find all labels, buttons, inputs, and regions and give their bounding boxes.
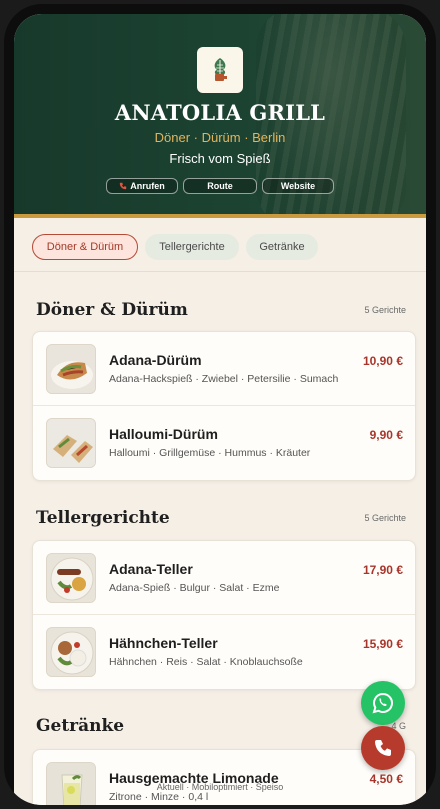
section-count: 5 Gerichte [364, 305, 406, 315]
dish-description: Zitrone · Minze · 0,4 l [109, 791, 209, 803]
section-header: Tellergerichte 5 Gerichte [36, 508, 406, 528]
restaurant-tagline: Frisch vom Spieß [169, 151, 271, 166]
phone-icon [120, 182, 127, 190]
dish-photo [46, 344, 96, 394]
call-button[interactable]: Anrufen [106, 178, 178, 194]
dish-photo [46, 553, 96, 603]
tab-tellergerichte[interactable]: Tellergerichte [145, 233, 239, 260]
dish-name: Hähnchen-Teller [109, 635, 218, 651]
dish-photo [46, 627, 96, 677]
dish-list: Adana-Dürüm Adana-Hackspieß · Zwiebel · … [32, 331, 416, 481]
section-title: Tellergerichte [36, 508, 170, 528]
section-title: Getränke [36, 716, 125, 736]
tab-getraenke[interactable]: Getränke [246, 233, 318, 260]
dish-price: 15,90 € [362, 637, 403, 651]
dish-list: Hausgemachte Limonade Zitrone · Minze · … [32, 749, 416, 805]
phone-frame: ANATOLIA GRILL Döner · Dürüm · Berlin Fr… [4, 4, 436, 805]
footer-note: Aktuell · Mobiloptimiert · Speiso [156, 782, 284, 792]
route-button-label: Route [207, 181, 233, 191]
dish-price: 9,90 € [369, 428, 403, 442]
dish-item[interactable]: Adana-Teller Adana-Spieß · Bulgur · Sala… [33, 541, 415, 615]
section-header: Getränke 4 G [36, 716, 406, 736]
restaurant-logo [197, 47, 243, 93]
restaurant-subtitle: Döner · Dürüm · Berlin [154, 130, 286, 145]
dish-description: Adana-Spieß · Bulgur · Salat · Ezme [109, 582, 280, 594]
dish-description: Hähnchen · Reis · Salat · Knoblauchsoße [109, 656, 303, 668]
screen: ANATOLIA GRILL Döner · Dürüm · Berlin Fr… [14, 14, 426, 805]
tab-doener-duerum[interactable]: Döner & Dürüm [32, 233, 138, 260]
route-button[interactable]: Route [183, 178, 257, 194]
doner-spit-icon [214, 58, 227, 81]
dish-description: Adana-Hackspieß · Zwiebel · Petersilie ·… [109, 373, 339, 385]
dish-name: Adana-Dürüm [109, 352, 202, 368]
dish-name: Adana-Teller [109, 561, 193, 577]
whatsapp-icon [372, 692, 393, 714]
dish-photo [46, 418, 96, 468]
phone-icon [375, 740, 391, 756]
whatsapp-button[interactable] [361, 681, 405, 725]
dish-item[interactable]: Adana-Dürüm Adana-Hackspieß · Zwiebel · … [33, 332, 415, 406]
section-count: 5 Gerichte [364, 513, 406, 523]
dish-list: Adana-Teller Adana-Spieß · Bulgur · Sala… [32, 540, 416, 690]
website-button[interactable]: Website [262, 178, 334, 194]
dish-item[interactable]: Halloumi-Dürüm Halloumi · Grillgemüse · … [33, 406, 415, 480]
menu-content: Döner & Dürüm 5 Gerichte Adana-Dürüm Ada… [14, 273, 426, 805]
hero-divider [14, 214, 426, 218]
call-button-label: Anrufen [130, 181, 165, 191]
dish-price: 17,90 € [362, 563, 403, 577]
dish-item[interactable]: Hausgemachte Limonade Zitrone · Minze · … [33, 750, 415, 805]
hero-actions: Anrufen Route Website [14, 178, 426, 194]
dish-item[interactable]: Hähnchen-Teller Hähnchen · Reis · Salat … [33, 615, 415, 689]
dish-description: Halloumi · Grillgemüse · Hummus · Kräute… [109, 447, 311, 459]
category-tabs: Döner & Dürüm Tellergerichte Getränke [14, 222, 426, 272]
call-fab-button[interactable] [361, 726, 405, 770]
restaurant-name: ANATOLIA GRILL [114, 100, 326, 125]
dish-name: Halloumi-Dürüm [109, 426, 218, 442]
hero-header: ANATOLIA GRILL Döner · Dürüm · Berlin Fr… [14, 14, 426, 218]
section-header: Döner & Dürüm 5 Gerichte [36, 300, 406, 320]
section-title: Döner & Dürüm [36, 300, 188, 320]
dish-price: 10,90 € [362, 354, 403, 368]
website-button-label: Website [280, 181, 316, 191]
